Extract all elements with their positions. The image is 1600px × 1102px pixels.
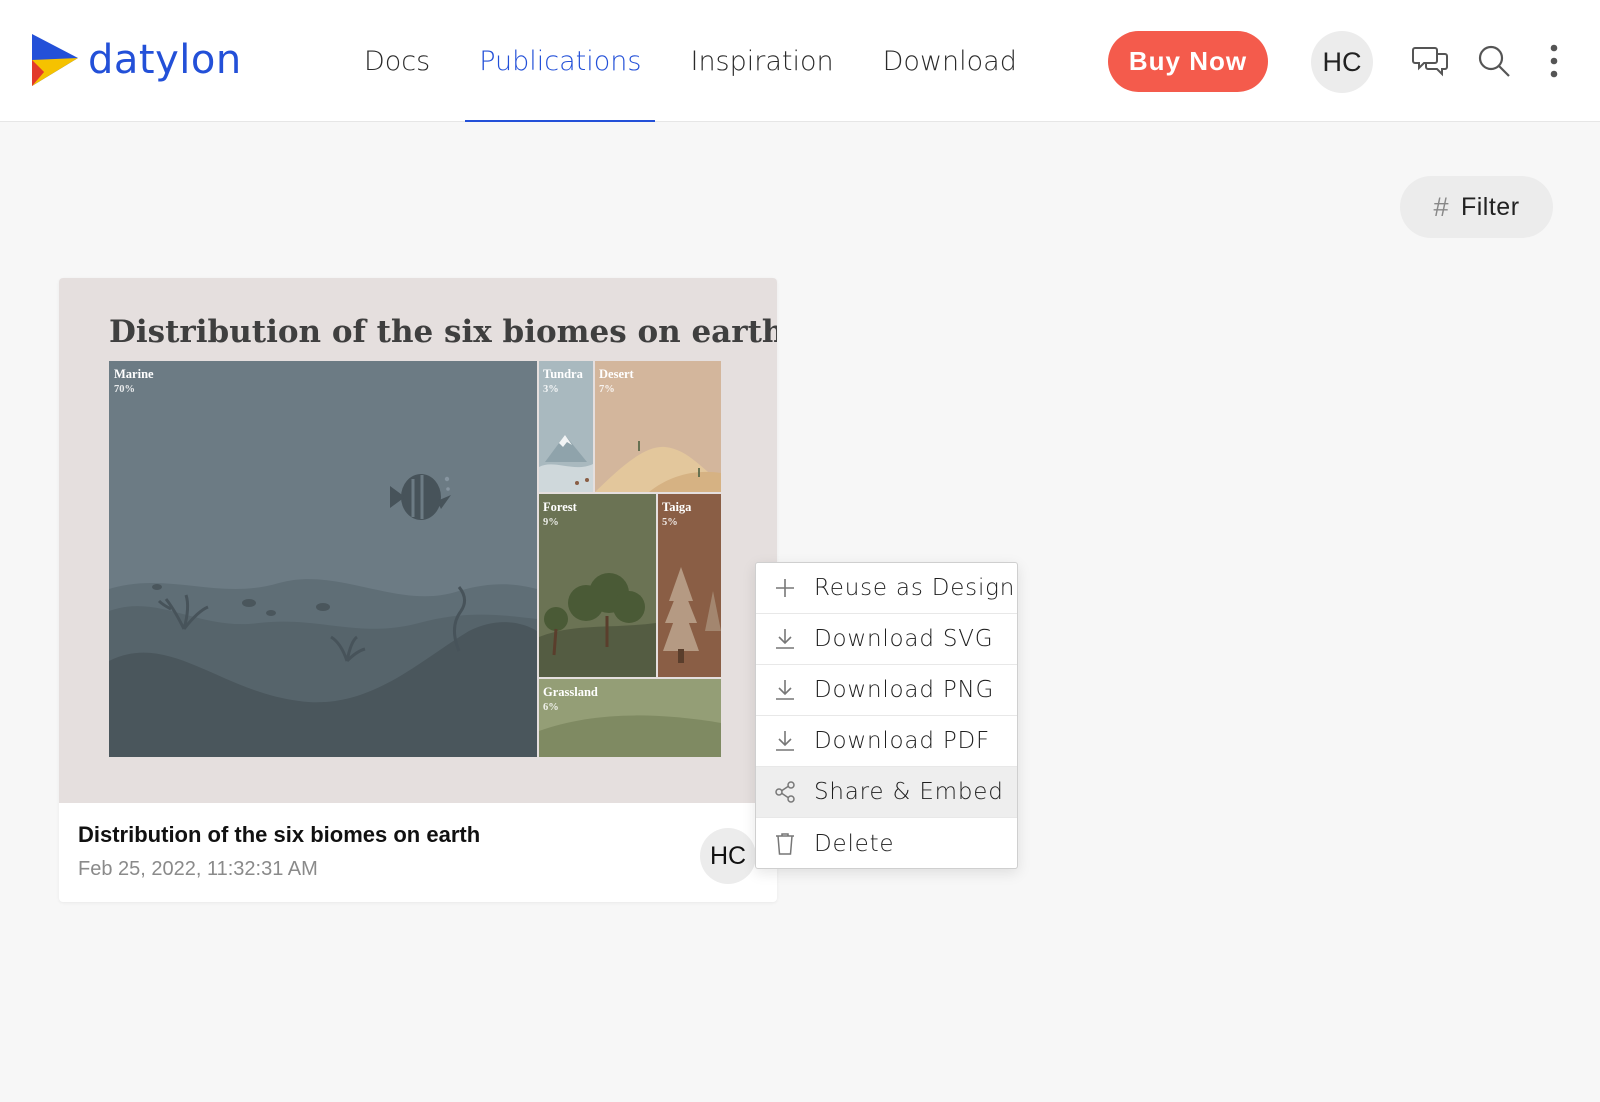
- filter-label: Filter: [1460, 192, 1520, 221]
- datylon-logo[interactable]: datylon: [28, 30, 242, 90]
- menu-download-pdf[interactable]: Download PDF: [756, 716, 1017, 767]
- menu-download-png[interactable]: Download PNG: [756, 665, 1017, 716]
- nav-inspiration-label: Inspiration: [690, 45, 834, 77]
- publication-card[interactable]: Distribution of the six biomes on earth: [59, 278, 777, 902]
- tile-value-tundra: 3%: [543, 384, 559, 395]
- nav-docs-label: Docs: [364, 45, 431, 77]
- menu-label: Delete: [814, 830, 895, 857]
- card-thumbnail[interactable]: Distribution of the six biomes on earth: [59, 278, 777, 803]
- tile-value-taiga: 5%: [662, 517, 678, 528]
- menu-reuse-as-design[interactable]: Reuse as Design: [756, 563, 1017, 614]
- download-icon: [756, 730, 814, 752]
- filter-button[interactable]: # Filter: [1400, 176, 1553, 238]
- menu-label: Reuse as Design: [814, 575, 1016, 601]
- tile-label-grassland: Grassland: [543, 685, 598, 699]
- logo-text: datylon: [88, 37, 242, 83]
- menu-share-embed[interactable]: Share & Embed: [756, 767, 1017, 818]
- menu-label: Share & Embed: [814, 779, 1004, 805]
- chat-icon[interactable]: [1410, 40, 1452, 82]
- menu-label: Download PNG: [814, 677, 995, 703]
- trash-icon: [756, 832, 814, 856]
- tile-label-forest: Forest: [543, 500, 578, 514]
- menu-label: Download PDF: [814, 728, 991, 754]
- card-context-menu: Reuse as Design Download SVG Download PN…: [755, 562, 1018, 869]
- tile-value-marine: 70%: [114, 384, 135, 395]
- menu-delete[interactable]: Delete: [756, 818, 1017, 869]
- buy-now-button[interactable]: Buy Now: [1108, 31, 1268, 92]
- nav-docs[interactable]: Docs: [344, 0, 450, 122]
- treemap-chart: Marine 70% Tundra 3% Desert 7% Forest 9%…: [109, 361, 721, 757]
- hash-icon: #: [1433, 191, 1449, 222]
- nav-download[interactable]: Download: [863, 0, 1037, 122]
- treemap-tile-tundra: Tundra 3%: [539, 361, 593, 492]
- card-title[interactable]: Distribution of the six biomes on earth: [78, 822, 480, 848]
- tile-label-tundra: Tundra: [543, 367, 584, 381]
- download-icon: [756, 628, 814, 650]
- tile-label-taiga: Taiga: [662, 500, 692, 514]
- tile-value-forest: 9%: [543, 517, 559, 528]
- tile-value-grassland: 6%: [543, 702, 559, 713]
- top-navbar: datylon Docs Publications Inspiration Do…: [0, 0, 1600, 122]
- treemap-tile-forest: Forest 9%: [539, 494, 656, 677]
- tile-value-desert: 7%: [599, 384, 615, 395]
- treemap-tile-marine: Marine 70%: [109, 361, 537, 757]
- tile-label-desert: Desert: [599, 367, 635, 381]
- treemap-tile-desert: Desert 7%: [595, 361, 721, 492]
- datylon-logo-icon: [32, 34, 78, 86]
- nav-download-label: Download: [882, 45, 1017, 77]
- nav-inspiration[interactable]: Inspiration: [670, 0, 853, 122]
- nav-publications[interactable]: Publications: [459, 0, 661, 122]
- menu-download-svg[interactable]: Download SVG: [756, 614, 1017, 665]
- treemap-tile-grassland: Grassland 6%: [539, 679, 721, 757]
- card-owner-avatar[interactable]: HC: [700, 828, 756, 884]
- card-date: Feb 25, 2022, 11:32:31 AM: [78, 858, 318, 880]
- download-icon: [756, 679, 814, 701]
- nav-publications-label: Publications: [479, 45, 642, 77]
- tile-label-marine: Marine: [114, 367, 154, 381]
- treemap-tile-taiga: Taiga 5%: [658, 494, 721, 677]
- share-icon: [756, 781, 814, 803]
- more-vertical-icon[interactable]: [1533, 40, 1575, 82]
- main-nav: Docs Publications Inspiration Download: [344, 0, 1046, 122]
- search-icon[interactable]: [1473, 40, 1515, 82]
- chart-title: Distribution of the six biomes on earth: [109, 314, 777, 350]
- user-avatar[interactable]: HC: [1311, 31, 1373, 93]
- plus-icon: [756, 578, 814, 598]
- menu-label: Download SVG: [814, 626, 994, 652]
